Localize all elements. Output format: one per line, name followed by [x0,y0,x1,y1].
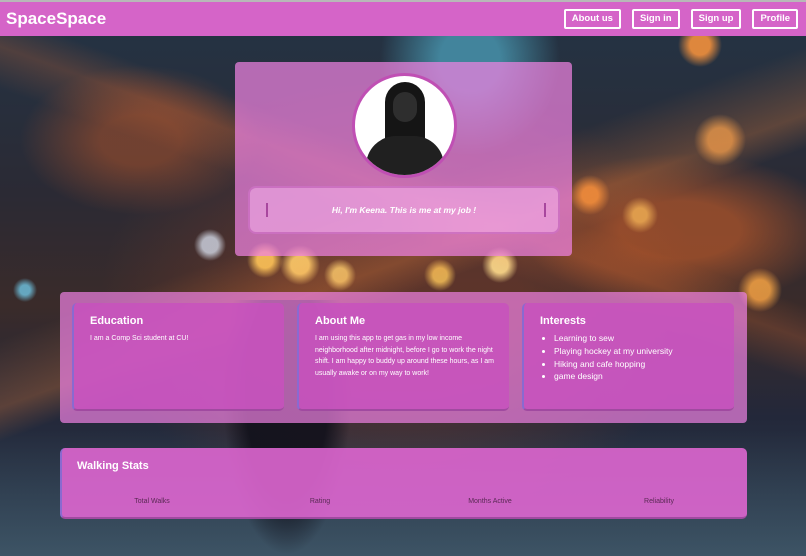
interest-item: Playing hockey at my university [554,345,734,358]
education-title: Education [90,315,144,327]
about-me-text: I am using this app to get gas in my low… [315,335,494,377]
stat-rating-label: Rating [309,498,331,505]
bio-text: Hi, I'm Keena. This is me at my job ! [331,205,477,215]
interest-item: Hiking and cafe hopping [554,358,734,371]
bio-right-bar [544,203,546,217]
interests-list: Learning to sew Playing hockey at my uni… [540,332,734,383]
nav-links: About us Sign in Sign up Profile [563,9,798,29]
avatar [352,73,457,178]
about-us-button[interactable]: About us [563,9,621,29]
interests-title: Interests [540,315,586,327]
profile-card: Hi, I'm Keena. This is me at my job ! [235,62,572,256]
sign-up-button[interactable]: Sign up [690,9,742,29]
stat-reliability-label: Reliability [644,498,674,505]
sign-in-button[interactable]: Sign in [631,9,680,29]
avatar-face [393,92,417,122]
navbar: SpaceSpace About us Sign in Sign up Prof… [0,0,806,36]
walking-stats-title: Walking Stats [77,460,149,472]
walking-stats-card: Walking Stats Total Walks Rating Months … [60,448,747,519]
stat-months-active-label: Months Active [468,498,512,505]
interest-item: game design [554,370,734,383]
avatar-body [366,136,444,175]
profile-button[interactable]: Profile [752,9,798,29]
interests-card: Interests Learning to sew Playing hockey… [522,303,734,411]
about-me-card: About Me I am using this app to get gas … [297,303,509,411]
about-me-title: About Me [315,315,366,327]
bio-box: Hi, I'm Keena. This is me at my job ! [248,186,560,234]
education-card: Education I am a Comp Sci student at CU! [72,303,284,411]
brand-logo[interactable]: SpaceSpace [6,9,106,29]
education-text: I am a Comp Sci student at CU! [90,335,189,342]
interest-item: Learning to sew [554,332,734,345]
stat-total-walks-label: Total Walks [134,498,170,505]
bio-left-bar [266,203,268,217]
info-container: Education I am a Comp Sci student at CU!… [60,292,747,423]
